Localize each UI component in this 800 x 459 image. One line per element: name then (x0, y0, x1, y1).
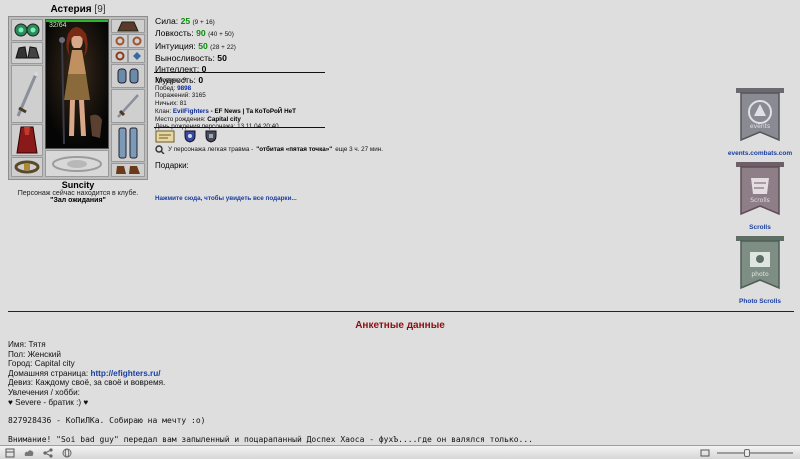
cloud-icon[interactable] (24, 448, 34, 458)
profile-hobby-value: ♥ Severe - братик :) ♥ (8, 397, 89, 407)
character-name-text: Астерия (50, 4, 92, 15)
slot-boots[interactable] (111, 163, 145, 177)
info-draws: Ничьих: 81 (155, 100, 187, 108)
trauma-icon (155, 145, 165, 154)
photo-scrolls-banner-icon: photo (736, 236, 784, 290)
club-room: "Зал ожидания" (50, 197, 106, 204)
gloves-icon (15, 46, 40, 59)
stat-strength: Сила: 25 (9 + 16) (155, 16, 215, 26)
stat-intellect: Интеллект: 0 (155, 64, 207, 75)
dagger-icon (117, 94, 139, 118)
globe-icon[interactable] (62, 448, 72, 458)
share-icon[interactable] (43, 448, 53, 458)
banner-events-caption[interactable]: events.combats.com (722, 150, 798, 157)
zoom-slider-knob[interactable] (744, 449, 751, 457)
sword-icon (16, 72, 38, 117)
emblem-icon (52, 155, 102, 172)
profile-title: Анкетные данные (355, 320, 445, 331)
profile-city: Город: Capital city (8, 359, 75, 369)
slot-gloves[interactable] (11, 42, 43, 64)
stats-divider (154, 72, 325, 73)
svg-text:Scrolls: Scrolls (750, 197, 770, 204)
amulet-icon (132, 52, 141, 60)
ring-icon (132, 36, 141, 46)
slot-earrings[interactable] (11, 19, 43, 41)
slot-leggings[interactable] (111, 124, 145, 162)
leggings-icon (118, 127, 138, 159)
profile-icq: 827928436 - КоПиЛКа. Собираю на мечту :o… (8, 416, 206, 426)
banner-photo-scrolls[interactable]: photo Photo Scrolls (722, 234, 798, 305)
clan-link[interactable]: EvilFighters (173, 108, 209, 115)
slot-belt[interactable] (11, 157, 43, 177)
trauma-duration: еще 3 ч. 27 мин. (335, 146, 383, 153)
panel-toggle-icon[interactable] (5, 448, 15, 458)
profile-divider (8, 311, 794, 312)
scroll-badge-icon[interactable] (155, 130, 175, 143)
slot-ring-1[interactable] (111, 34, 128, 48)
slot-weapon-right[interactable] (111, 89, 145, 123)
slot-weapon-left[interactable] (11, 65, 43, 123)
zoom-slider-track[interactable] (717, 452, 793, 454)
slot-armor-shoulders[interactable] (111, 64, 145, 88)
scrolls-banner-icon: Scrolls (736, 162, 784, 216)
profile-gender: Пол: Женский (8, 349, 61, 359)
ring-icon (115, 51, 124, 61)
profile-body: Имя: Тятя Пол: Женский Город: Capital ci… (8, 340, 533, 444)
clan-emblem-icon[interactable] (205, 130, 217, 143)
profile-note: Внимание! "Soi bad guy" передал вам запы… (8, 434, 533, 444)
zoom-icon[interactable] (700, 448, 710, 458)
banner-events[interactable]: events events.combats.com (722, 86, 798, 157)
slot-ring-2[interactable] (128, 34, 145, 48)
gifts-link[interactable]: Нажмите сюда, чтобы увидеть все подарки.… (155, 195, 297, 202)
slot-rings-panel[interactable] (45, 150, 109, 177)
slot-cloak[interactable] (11, 124, 43, 156)
profile-hobby-label: Увлечения / хобби: (8, 387, 80, 397)
character-location: Suncity (61, 180, 95, 190)
badges-row (155, 130, 217, 143)
banner-photo-scrolls-caption[interactable]: Photo Scrolls (722, 298, 798, 305)
slot-amulet[interactable] (128, 49, 145, 63)
boots-icon (116, 166, 140, 174)
profile-name: Имя: Тятя (8, 340, 46, 349)
svg-text:events: events (750, 123, 770, 130)
ring-icon (115, 36, 124, 46)
profile-homepage: Домашняя страница: http://efighters.ru/ (8, 368, 161, 378)
equipment-frame: 32/64 (8, 16, 148, 180)
slot-helmet[interactable] (111, 19, 145, 33)
shield-badge-icon[interactable] (184, 130, 196, 143)
gifts-label: Подарки: (155, 161, 189, 170)
earrings-icon (14, 23, 40, 37)
profile-motto: Девиз: Каждому своё, за своё и вовремя. (8, 378, 166, 388)
helmet-icon (117, 21, 139, 32)
club-status: Персонаж сейчас находится в клубе. (17, 190, 139, 197)
stat-agility: Ловкость: 90 (40 + 50) (155, 28, 234, 39)
homepage-link[interactable]: http://efighters.ru/ (90, 369, 160, 378)
slot-ring-3[interactable] (111, 49, 128, 63)
events-banner-icon: events (736, 88, 784, 142)
character-figure-icon (46, 20, 108, 148)
banner-scrolls-caption[interactable]: Scrolls (722, 224, 798, 231)
belt-icon (14, 160, 40, 174)
trauma-name: "отбитая «пятая точка»" (256, 146, 333, 153)
armor-icon (117, 68, 139, 84)
info-block: Уровень: 9 Побед: 9898 Поражений: 3165 Н… (155, 77, 296, 131)
banner-scrolls[interactable]: Scrolls Scrolls (722, 160, 798, 231)
info-level: Уровень: 9 (155, 77, 187, 84)
character-name: Астерия [9] (8, 4, 148, 15)
stat-endurance: Выносливость: 50 (155, 52, 227, 63)
info-divider (154, 127, 325, 128)
info-losses: Поражений: 3165 (155, 92, 206, 100)
character-portrait[interactable]: 32/64 (45, 19, 109, 149)
status-bar (0, 445, 800, 459)
character-level: [9] (94, 4, 106, 15)
trauma-status: У персонажа легкая травма - "отбитая «пя… (155, 145, 383, 154)
trauma-prefix: У персонажа легкая травма - (168, 146, 254, 153)
hp-text: 32/64 (49, 22, 67, 29)
stat-intuition: Интуиция: 50 (28 + 22) (155, 40, 236, 51)
info-birthplace: Место рождения: Capital city (155, 115, 241, 123)
svg-text:photo: photo (751, 271, 769, 278)
info-clan: Клан: EvilFighters - EF News | Та КоТоРо… (155, 107, 296, 115)
cloak-icon (16, 126, 38, 154)
